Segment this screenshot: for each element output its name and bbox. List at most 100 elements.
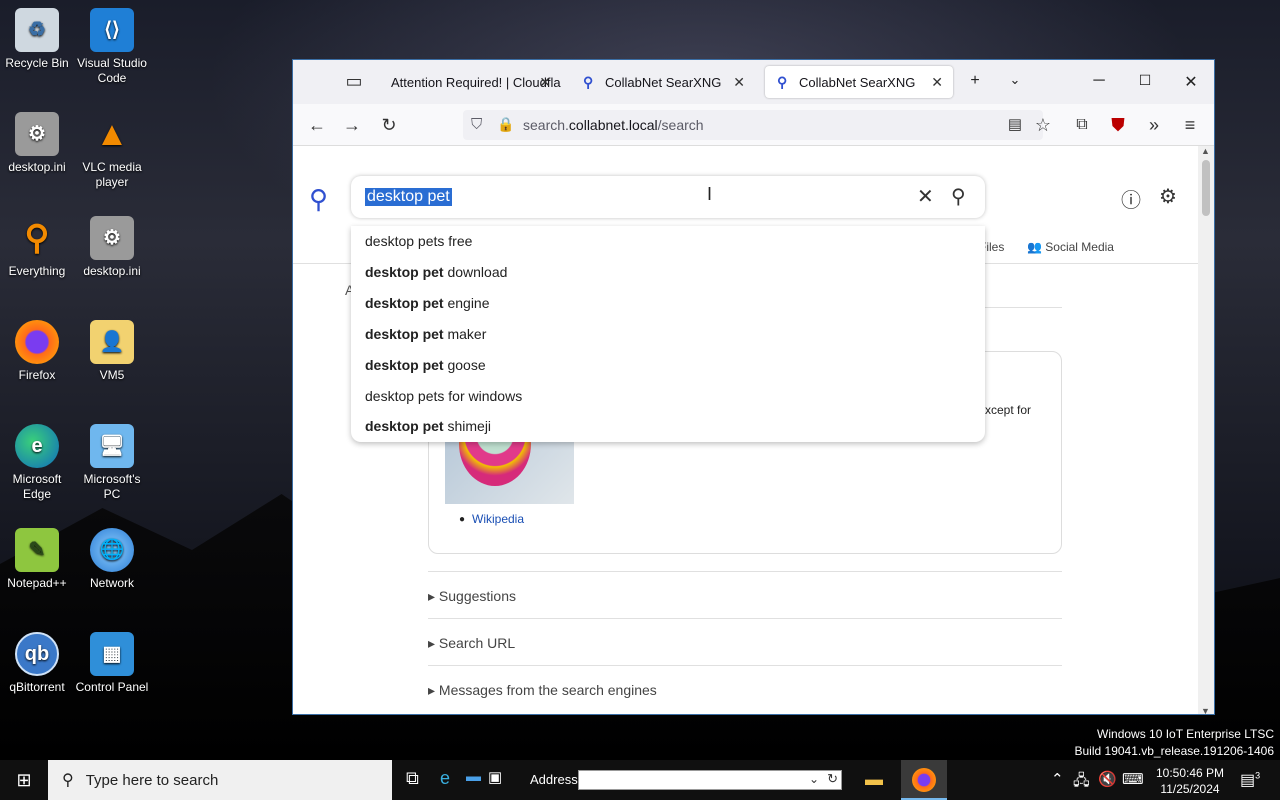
desktop-icon-vscode[interactable]: ⟨⟩ Visual Studio Code bbox=[75, 8, 149, 86]
address-go-icon[interactable]: ↻ bbox=[827, 771, 838, 787]
desktop-icon-label: Recycle Bin bbox=[5, 56, 69, 70]
url-path: /search bbox=[657, 117, 704, 133]
control-panel-icon: ▦ bbox=[90, 632, 134, 676]
desktop-icon-this-pc[interactable]: 🖥 Microsoft's PC bbox=[75, 424, 149, 502]
desktop-icon-desktop-ini-2[interactable]: ⚙ desktop.ini bbox=[75, 216, 149, 279]
navigation-toolbar: ← → ↻ ⛉ 🔒 search. collabnet.local/search … bbox=[293, 104, 1214, 146]
suggestion-item[interactable]: desktop pet engine bbox=[365, 295, 490, 311]
section-search-url[interactable]: ▸ Search URL bbox=[428, 618, 1062, 665]
firefox-icon bbox=[15, 320, 59, 364]
desktop-icon-vlc[interactable]: ▲ VLC media player bbox=[75, 112, 149, 190]
tab-list-chevron-icon[interactable]: ⌄ bbox=[1005, 72, 1025, 88]
desktop-icon-everything[interactable]: ⚲ Everything bbox=[0, 216, 74, 279]
searxng-logo-icon[interactable]: ⚲ bbox=[309, 184, 328, 215]
wikipedia-link[interactable]: Wikipedia bbox=[472, 512, 524, 526]
suggestion-item[interactable]: desktop pet shimeji bbox=[365, 418, 491, 434]
suggestion-item[interactable]: desktop pet goose bbox=[365, 357, 486, 373]
display-icon[interactable]: ▣ bbox=[488, 768, 502, 786]
desktop-icon-label: Visual Studio Code bbox=[77, 56, 147, 85]
suggestion-item[interactable]: desktop pets for windows bbox=[365, 388, 522, 404]
taskbar: ⊞ ⚲ Type here to search ⧉ e ▬ ▣ Address … bbox=[0, 760, 1280, 800]
tab-searxng-1[interactable]: ⚲ CollabNet SearXNG ✕ bbox=[571, 66, 755, 98]
tab-close-icon[interactable]: ✕ bbox=[733, 74, 745, 91]
back-icon[interactable]: ← bbox=[306, 114, 328, 136]
extensions-icon[interactable]: ⧉ bbox=[1071, 114, 1093, 136]
shield-icon[interactable]: ⛉ bbox=[471, 116, 482, 133]
lock-icon[interactable]: 🔒 bbox=[497, 116, 514, 133]
maximize-icon[interactable]: ☐ bbox=[1135, 72, 1155, 89]
desktop-icon-label: Firefox bbox=[18, 368, 56, 382]
address-dropdown-icon[interactable]: ⌄ bbox=[809, 772, 819, 786]
search-submit-icon[interactable]: ⚲ bbox=[951, 184, 966, 209]
reload-icon[interactable]: ↻ bbox=[378, 114, 400, 136]
category-social-media[interactable]: 👥 Social Media bbox=[1027, 240, 1114, 254]
overflow-chevron-icon[interactable]: » bbox=[1143, 114, 1165, 136]
reader-view-icon[interactable]: ▤ bbox=[1004, 114, 1026, 136]
taskbar-search-box[interactable]: ⚲ Type here to search bbox=[48, 760, 392, 800]
task-view-icon[interactable]: ⧉ bbox=[406, 768, 419, 789]
settings-gear-icon[interactable]: ⚙ bbox=[1159, 184, 1177, 209]
info-icon[interactable]: ⓘ bbox=[1121, 184, 1141, 213]
qbittorrent-icon: qb bbox=[15, 632, 59, 676]
settings-file-icon: ⚙ bbox=[90, 216, 134, 260]
tab-cloudflare[interactable]: Attention Required! | Cloudfla ✕ bbox=[379, 66, 561, 98]
forward-icon[interactable]: → bbox=[341, 114, 363, 136]
tab-close-icon[interactable]: ✕ bbox=[931, 74, 943, 91]
suggestion-item[interactable]: desktop pet download bbox=[365, 264, 507, 280]
file-explorer-taskbar-button[interactable]: ▬ bbox=[858, 760, 894, 800]
url-bar[interactable]: ⛉ 🔒 search. collabnet.local/search bbox=[463, 110, 1043, 140]
section-suggestions[interactable]: ▸ Suggestions bbox=[428, 571, 1062, 618]
tab-label: Attention Required! | Cloudfla bbox=[391, 74, 561, 90]
desktop-icon-recycle-bin[interactable]: ♻ Recycle Bin bbox=[0, 8, 74, 71]
windows-logo-icon: ⊞ bbox=[16, 769, 32, 790]
tray-overflow-icon[interactable]: ⌃ bbox=[1051, 770, 1064, 788]
desktop-icon-label: Notepad++ bbox=[7, 576, 67, 590]
desktop-icon-network[interactable]: 🌐 Network bbox=[75, 528, 149, 591]
notifications-button[interactable]: ▤3 bbox=[1240, 770, 1260, 790]
scrollbar-thumb[interactable] bbox=[1202, 160, 1210, 216]
desktop-icon-notepadpp[interactable]: ✎ Notepad++ bbox=[0, 528, 74, 591]
keyboard-icon[interactable]: ⌨ bbox=[1122, 770, 1144, 788]
suggestion-item[interactable]: desktop pets free bbox=[365, 233, 472, 249]
edge-taskbar-icon[interactable]: e bbox=[440, 768, 450, 789]
section-label: Search URL bbox=[438, 635, 516, 651]
bookmark-star-icon[interactable]: ☆ bbox=[1032, 114, 1054, 136]
computer-icon: 🖥 bbox=[90, 424, 134, 468]
section-engine-messages[interactable]: ▸ Messages from the search engines bbox=[428, 665, 1062, 714]
taskbar-clock[interactable]: 10:50:46 PM 11/25/2024 bbox=[1150, 765, 1230, 797]
settings-file-icon: ⚙ bbox=[15, 112, 59, 156]
new-tab-icon[interactable]: + bbox=[965, 72, 985, 90]
menu-hamburger-icon[interactable]: ≡ bbox=[1179, 114, 1201, 136]
desktop-icon-vm5[interactable]: 👤 VM5 bbox=[75, 320, 149, 383]
recycle-bin-icon: ♻ bbox=[15, 8, 59, 52]
tab-searxng-active[interactable]: ⚲ CollabNet SearXNG ✕ bbox=[765, 66, 953, 98]
desktop-icon-edge[interactable]: e Microsoft Edge bbox=[0, 424, 74, 502]
desktop-icon-desktop-ini[interactable]: ⚙ desktop.ini bbox=[0, 112, 74, 175]
desktop-icon-control-panel[interactable]: ▦ Control Panel bbox=[75, 632, 149, 695]
infobox-text: xcept for bbox=[985, 403, 1032, 417]
desktop-icon-firefox[interactable]: Firefox bbox=[0, 320, 74, 383]
network-tray-icon[interactable]: 🖧 bbox=[1073, 770, 1090, 795]
search-input[interactable]: desktop pet bbox=[365, 188, 452, 206]
ublock-icon[interactable]: ⛊ bbox=[1107, 114, 1129, 136]
firefox-view-icon[interactable]: ▭ bbox=[343, 70, 365, 92]
tab-close-icon[interactable]: ✕ bbox=[539, 74, 551, 91]
volume-muted-icon[interactable]: 🔇 bbox=[1098, 770, 1117, 788]
desktop-icon-label: Network bbox=[89, 576, 134, 590]
tab-label: CollabNet SearXNG bbox=[605, 74, 722, 90]
desktop-toolbar-icon[interactable]: ▬ bbox=[466, 768, 481, 785]
clear-search-icon[interactable]: ✕ bbox=[917, 184, 934, 209]
firefox-taskbar-button[interactable] bbox=[901, 760, 947, 800]
clock-date: 11/25/2024 bbox=[1160, 782, 1220, 796]
start-button[interactable]: ⊞ bbox=[0, 760, 48, 800]
minimize-icon[interactable]: ─ bbox=[1089, 72, 1109, 90]
page-scrollbar[interactable]: ▲ ▼ bbox=[1198, 146, 1214, 714]
close-window-icon[interactable]: ✕ bbox=[1181, 72, 1201, 92]
tab-bar: ▭ Attention Required! | Cloudfla ✕ ⚲ Col… bbox=[293, 60, 1214, 104]
scroll-up-icon[interactable]: ▲ bbox=[1201, 146, 1210, 156]
address-toolbar-input[interactable]: ⌄ ↻ bbox=[578, 770, 842, 790]
desktop-icon-qbittorrent[interactable]: qb qBittorrent bbox=[0, 632, 74, 695]
scroll-down-icon[interactable]: ▼ bbox=[1201, 706, 1210, 714]
desktop-icon-label: VM5 bbox=[99, 368, 125, 382]
suggestion-item[interactable]: desktop pet maker bbox=[365, 326, 486, 342]
